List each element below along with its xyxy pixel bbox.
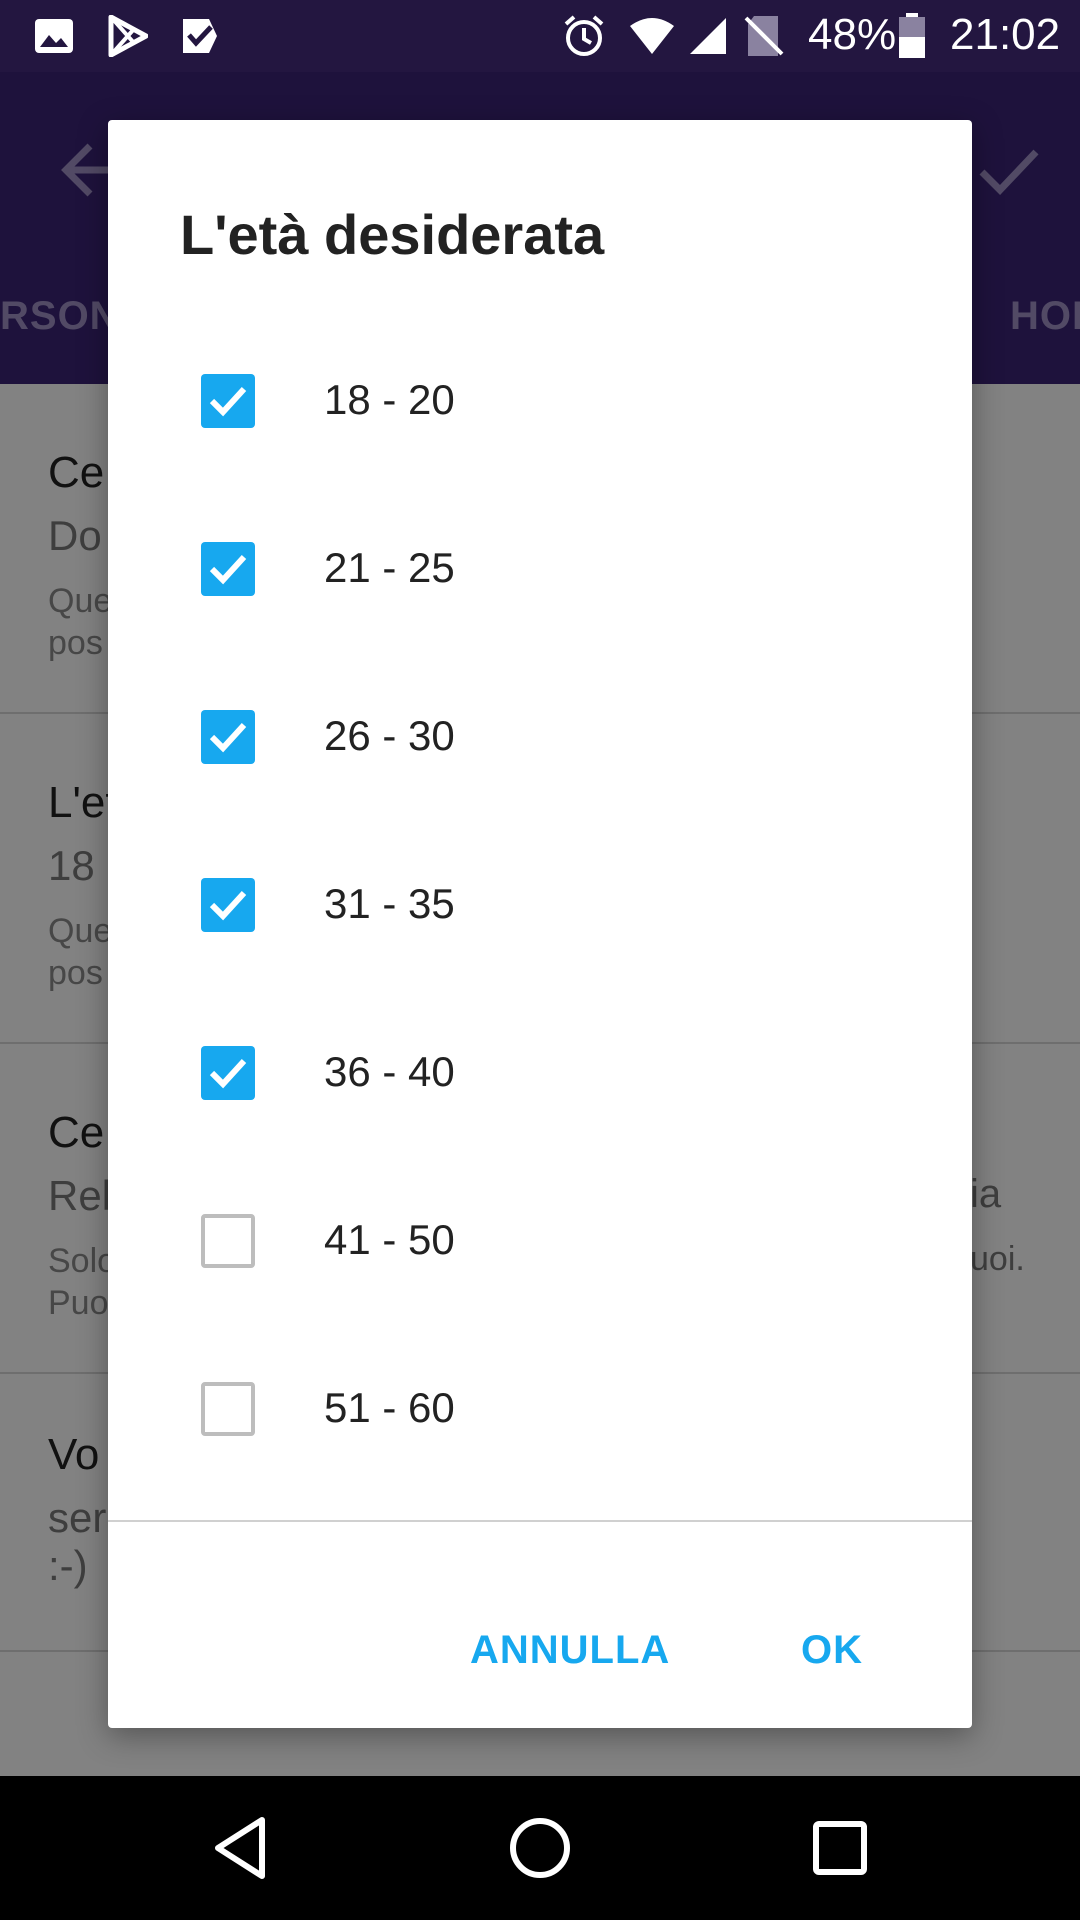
wifi-icon bbox=[628, 12, 676, 60]
battery-icon bbox=[888, 12, 936, 60]
navigation-bar bbox=[0, 1776, 1080, 1920]
no-sim-icon bbox=[740, 12, 788, 60]
dialog-title: L'età desiderata bbox=[180, 203, 605, 266]
age-option-row[interactable]: 18 - 20 bbox=[108, 330, 972, 470]
nav-back-icon[interactable] bbox=[198, 1806, 282, 1890]
status-bar: 48% 21:02 bbox=[0, 0, 1080, 72]
ok-button[interactable]: OK bbox=[801, 1628, 863, 1673]
dialog-divider bbox=[108, 1520, 972, 1522]
checkbox-checked[interactable] bbox=[201, 878, 255, 932]
nav-home-icon[interactable] bbox=[498, 1806, 582, 1890]
alarm-icon bbox=[560, 12, 608, 60]
checkbox-unchecked[interactable] bbox=[201, 1214, 255, 1268]
age-option-row[interactable]: 21 - 25 bbox=[108, 498, 972, 638]
age-option-label: 41 - 50 bbox=[324, 1216, 455, 1263]
check-app-icon bbox=[176, 12, 224, 60]
checkmark-icon bbox=[209, 1058, 247, 1089]
nav-recents-icon[interactable] bbox=[798, 1806, 882, 1890]
checkbox-checked[interactable] bbox=[201, 542, 255, 596]
checkbox-checked[interactable] bbox=[201, 374, 255, 428]
age-option-row[interactable]: 26 - 30 bbox=[108, 666, 972, 806]
checkbox-checked[interactable] bbox=[201, 710, 255, 764]
clock: 21:02 bbox=[950, 10, 1061, 59]
checkmark-icon bbox=[209, 386, 247, 417]
checkbox-unchecked[interactable] bbox=[201, 1382, 255, 1436]
checkmark-icon bbox=[209, 890, 247, 921]
age-option-label: 26 - 30 bbox=[324, 712, 455, 759]
signal-icon bbox=[684, 12, 732, 60]
age-option-label: 21 - 25 bbox=[324, 544, 455, 591]
checkmark-icon bbox=[209, 554, 247, 585]
age-range-dialog: L'età desiderata 18 - 20 21 - 25 26 - 30 31… bbox=[108, 120, 972, 1728]
image-icon bbox=[30, 12, 78, 60]
cancel-button[interactable]: ANNULLA bbox=[470, 1628, 670, 1673]
checkmark-icon bbox=[209, 722, 247, 753]
age-option-row[interactable]: 41 - 50 bbox=[108, 1170, 972, 1310]
age-option-label: 31 - 35 bbox=[324, 880, 455, 927]
checkbox-checked[interactable] bbox=[201, 1046, 255, 1100]
age-option-label: 36 - 40 bbox=[324, 1048, 455, 1095]
play-store-icon bbox=[104, 12, 152, 60]
age-option-row[interactable]: 51 - 60 bbox=[108, 1338, 972, 1478]
age-option-label: 18 - 20 bbox=[324, 376, 455, 423]
age-option-label: 51 - 60 bbox=[324, 1384, 455, 1431]
battery-percent: 48% bbox=[808, 10, 897, 59]
age-option-row[interactable]: 31 - 35 bbox=[108, 834, 972, 974]
age-option-row[interactable]: 36 - 40 bbox=[108, 1002, 972, 1142]
